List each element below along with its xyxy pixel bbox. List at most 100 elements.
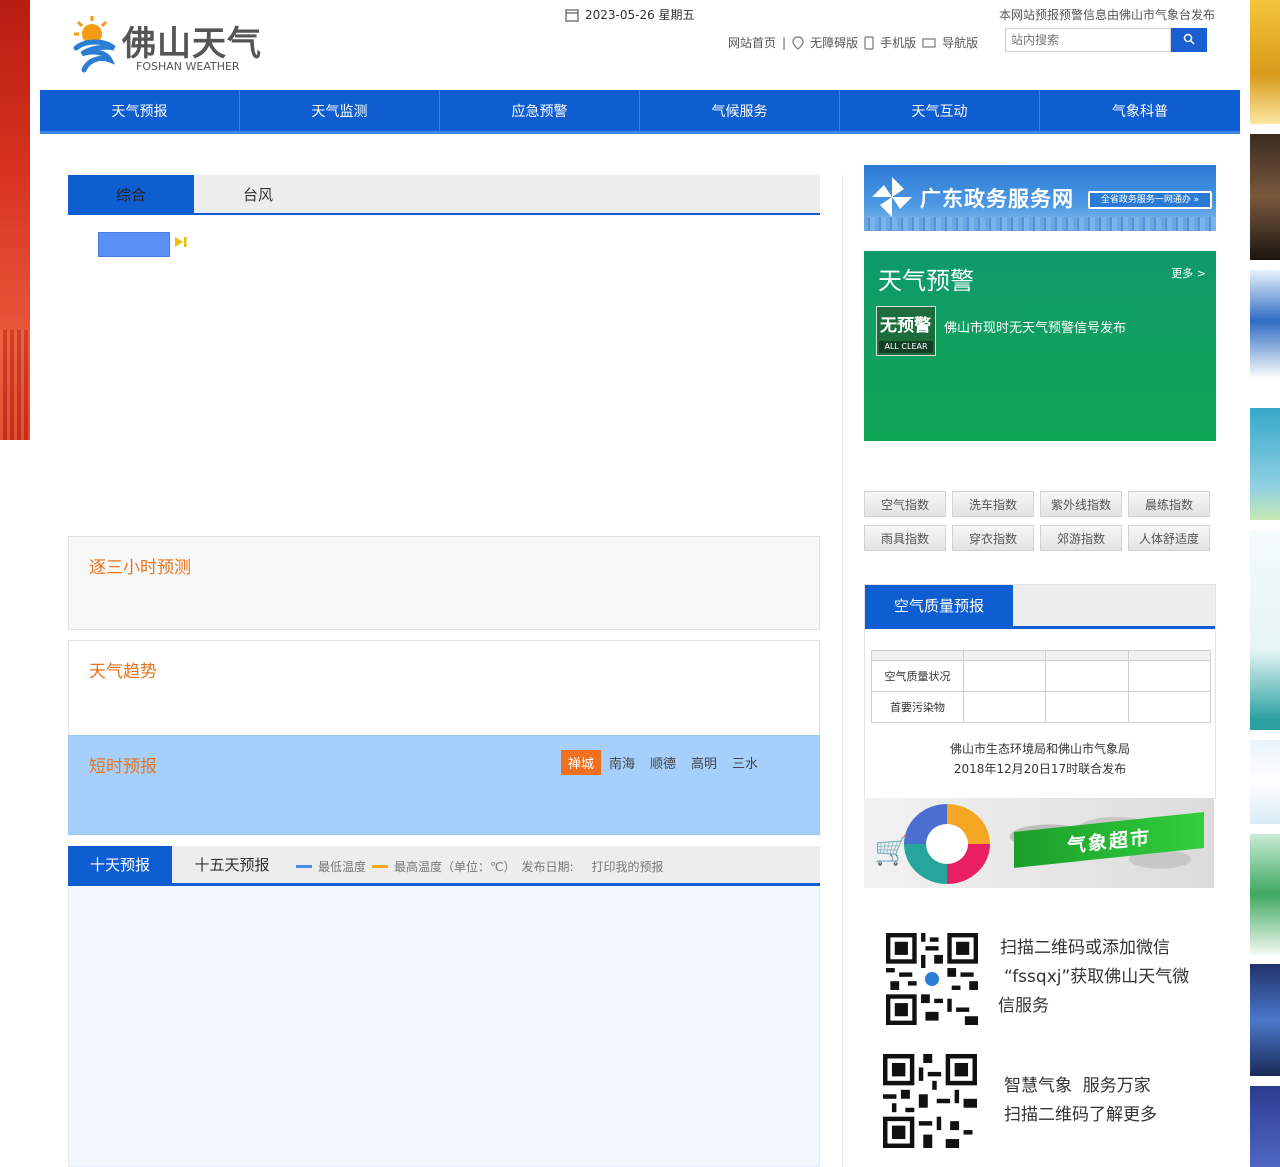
play-icon[interactable] bbox=[174, 236, 188, 252]
aq-note-line1: 佛山市生态环境局和佛山市气象局 bbox=[949, 742, 1130, 756]
main-nav: 天气预报 天气监测 应急预警 气候服务 天气互动 气象科普 bbox=[40, 90, 1240, 134]
qr1-line3: 信服务 bbox=[998, 996, 1049, 1016]
gd-banner-title: 广东政务服务网 bbox=[920, 187, 1074, 211]
current-date: 2023-05-26 星期五 bbox=[565, 6, 695, 23]
warning-title: 天气预警 bbox=[878, 267, 974, 295]
forecast-legend: 最低温度 最高温度（单位：℃） 发布日期: 打印我的预报 bbox=[296, 858, 664, 875]
index-dressing[interactable]: 穿衣指数 bbox=[952, 525, 1034, 551]
accessibility-link[interactable]: 无障碍版 bbox=[810, 34, 858, 51]
life-indices: 空气指数 洗车指数 紫外线指数 晨练指数 雨具指数 穿衣指数 郊游指数 人体舒适… bbox=[864, 491, 1216, 553]
cart-icon: 🛒 bbox=[874, 834, 909, 867]
district-chancheng[interactable]: 禅城 bbox=[560, 750, 601, 775]
min-temp-label: 最低温度 bbox=[318, 860, 367, 874]
wechat-qr-caption: 扫描二维码或添加微信 “fssqxj”获取佛山天气微 信服务 bbox=[998, 934, 1208, 1021]
play-next-icon bbox=[175, 237, 187, 247]
home-link[interactable]: 网站首页 bbox=[728, 34, 776, 51]
animation-progress-bar[interactable] bbox=[98, 232, 170, 257]
index-comfort[interactable]: 人体舒适度 bbox=[1128, 525, 1210, 551]
skyline-decoration bbox=[864, 217, 1216, 231]
site-logo[interactable]: 佛山天气 FOSHAN WEATHER bbox=[70, 14, 270, 76]
pinwheel-icon bbox=[872, 177, 912, 217]
nav-monitoring[interactable]: 天气监测 bbox=[240, 90, 440, 131]
site-search bbox=[1005, 28, 1207, 52]
search-input[interactable] bbox=[1005, 28, 1171, 52]
smart-weather-qr-code bbox=[882, 1054, 978, 1148]
publish-date-label: 发布日期: bbox=[521, 860, 574, 874]
district-shunde[interactable]: 顺德 bbox=[643, 750, 683, 775]
tab-typhoon[interactable]: 台风 bbox=[194, 175, 322, 213]
gd-gov-service-banner[interactable]: 广东政务服务网 全省政务服务一网通办 » bbox=[864, 165, 1216, 231]
publisher-note: 本网站预报预警信息由佛山市气象台发布 bbox=[998, 8, 1215, 22]
air-quality-panel: 空气质量预报 空气质量状况 首要污染物 佛山市生态环境局和佛山市气象局 2018… bbox=[864, 584, 1216, 799]
tab-fifteen-day[interactable]: 十五天预报 bbox=[172, 846, 292, 883]
warning-more-link[interactable]: 更多 > bbox=[1171, 265, 1206, 281]
right-ad-strip[interactable] bbox=[1250, 0, 1280, 1167]
trend-panel: 天气趋势 bbox=[68, 640, 820, 736]
tab-air-quality[interactable]: 空气质量预报 bbox=[865, 585, 1013, 626]
wechat-qr-code bbox=[886, 933, 978, 1025]
map-tabs: 综合 台风 bbox=[68, 175, 820, 215]
index-rain-gear[interactable]: 雨具指数 bbox=[864, 525, 946, 551]
search-icon bbox=[1183, 33, 1195, 45]
air-quality-table: 空气质量状况 首要污染物 bbox=[871, 650, 1212, 723]
navigation-icon bbox=[922, 37, 936, 48]
gd-banner-badge: 全省政务服务一网通办 » bbox=[1088, 191, 1212, 209]
district-sanshui[interactable]: 三水 bbox=[725, 750, 765, 775]
tab-overview[interactable]: 综合 bbox=[68, 175, 194, 213]
search-button[interactable] bbox=[1171, 28, 1207, 52]
nav-emergency-warning[interactable]: 应急预警 bbox=[440, 90, 640, 131]
short-term-title: 短时预报 bbox=[89, 757, 157, 777]
logo-subtitle: FOSHAN WEATHER bbox=[136, 60, 240, 73]
badge-en: ALL CLEAR bbox=[879, 341, 933, 353]
forecast-chart-area bbox=[68, 886, 820, 1167]
qr2-line1: 智慧气象 服务万家 bbox=[1004, 1076, 1151, 1096]
logo-title: 佛山天气 bbox=[122, 24, 262, 64]
no-warning-badge[interactable]: 无预警 ALL CLEAR bbox=[876, 306, 936, 356]
accessibility-icon bbox=[792, 35, 804, 50]
index-outing[interactable]: 郊游指数 bbox=[1040, 525, 1122, 551]
print-forecast-link[interactable]: 打印我的预报 bbox=[592, 858, 664, 875]
separator: | bbox=[782, 35, 787, 50]
max-temp-label: 最高温度（单位：℃） bbox=[394, 860, 516, 874]
smart-weather-qr-caption: 智慧气象 服务万家 扫描二维码了解更多 bbox=[1004, 1072, 1204, 1130]
three-hour-panel: 逐三小时预测 bbox=[68, 536, 820, 630]
navigation-link[interactable]: 导航版 bbox=[942, 34, 978, 51]
qr1-line2: “fssqxj”获取佛山天气微 bbox=[1004, 967, 1190, 987]
forecast-tabs: 十天预报 十五天预报 最低温度 最高温度（单位：℃） 发布日期: 打印我的预报 bbox=[68, 846, 820, 886]
three-hour-title: 逐三小时预测 bbox=[89, 558, 191, 578]
index-morning-exercise[interactable]: 晨练指数 bbox=[1128, 491, 1210, 517]
top-links: 网站首页 | 无障碍版 手机版 导航版 bbox=[728, 34, 978, 51]
nav-science[interactable]: 气象科普 bbox=[1040, 90, 1240, 131]
qr2-line2: 扫描二维码了解更多 bbox=[1004, 1105, 1157, 1125]
index-uv[interactable]: 紫外线指数 bbox=[1040, 491, 1122, 517]
air-quality-header: 空气质量预报 bbox=[865, 585, 1215, 629]
calendar-icon bbox=[565, 8, 579, 22]
district-nanhai[interactable]: 南海 bbox=[602, 750, 642, 775]
nav-climate-service[interactable]: 气候服务 bbox=[640, 90, 840, 131]
weather-warning-panel: 天气预警 更多 > 无预警 ALL CLEAR 佛山市现时无天气预警信号发布 bbox=[864, 251, 1216, 441]
tab-ten-day[interactable]: 十天预报 bbox=[68, 846, 172, 883]
nav-weather-interaction[interactable]: 天气互动 bbox=[840, 90, 1040, 131]
district-gaoming[interactable]: 高明 bbox=[684, 750, 724, 775]
date-text: 2023-05-26 星期五 bbox=[585, 8, 695, 22]
short-term-panel: 短时预报 禅城 南海 顺德 高明 三水 bbox=[68, 735, 820, 835]
trend-title: 天气趋势 bbox=[89, 662, 157, 682]
gd-badge-text: 全省政务服务一网通办 » bbox=[1090, 193, 1210, 207]
sun-logo-icon bbox=[73, 16, 116, 73]
column-divider bbox=[842, 175, 843, 1167]
aq-note-line2: 2018年12月20日17时联合发布 bbox=[953, 762, 1127, 776]
index-car-wash[interactable]: 洗车指数 bbox=[952, 491, 1034, 517]
mobile-icon bbox=[864, 35, 874, 50]
air-quality-note: 佛山市生态环境局和佛山市气象局 2018年12月20日17时联合发布 bbox=[865, 739, 1215, 779]
max-temp-swatch bbox=[372, 865, 389, 868]
min-temp-swatch bbox=[296, 865, 312, 868]
warning-message: 佛山市现时无天气预警信号发布 bbox=[944, 321, 1127, 336]
nav-forecast[interactable]: 天气预报 bbox=[40, 90, 240, 131]
mobile-link[interactable]: 手机版 bbox=[880, 34, 916, 51]
badge-cn: 无预警 bbox=[880, 316, 931, 336]
qr1-line1: 扫描二维码或添加微信 bbox=[1000, 938, 1170, 958]
weather-market-banner[interactable]: 🛒 气象超市 bbox=[864, 798, 1214, 888]
index-air[interactable]: 空气指数 bbox=[864, 491, 946, 517]
market-ring-graphic bbox=[904, 804, 990, 884]
aq-row-status: 空气质量状况 bbox=[871, 660, 964, 692]
